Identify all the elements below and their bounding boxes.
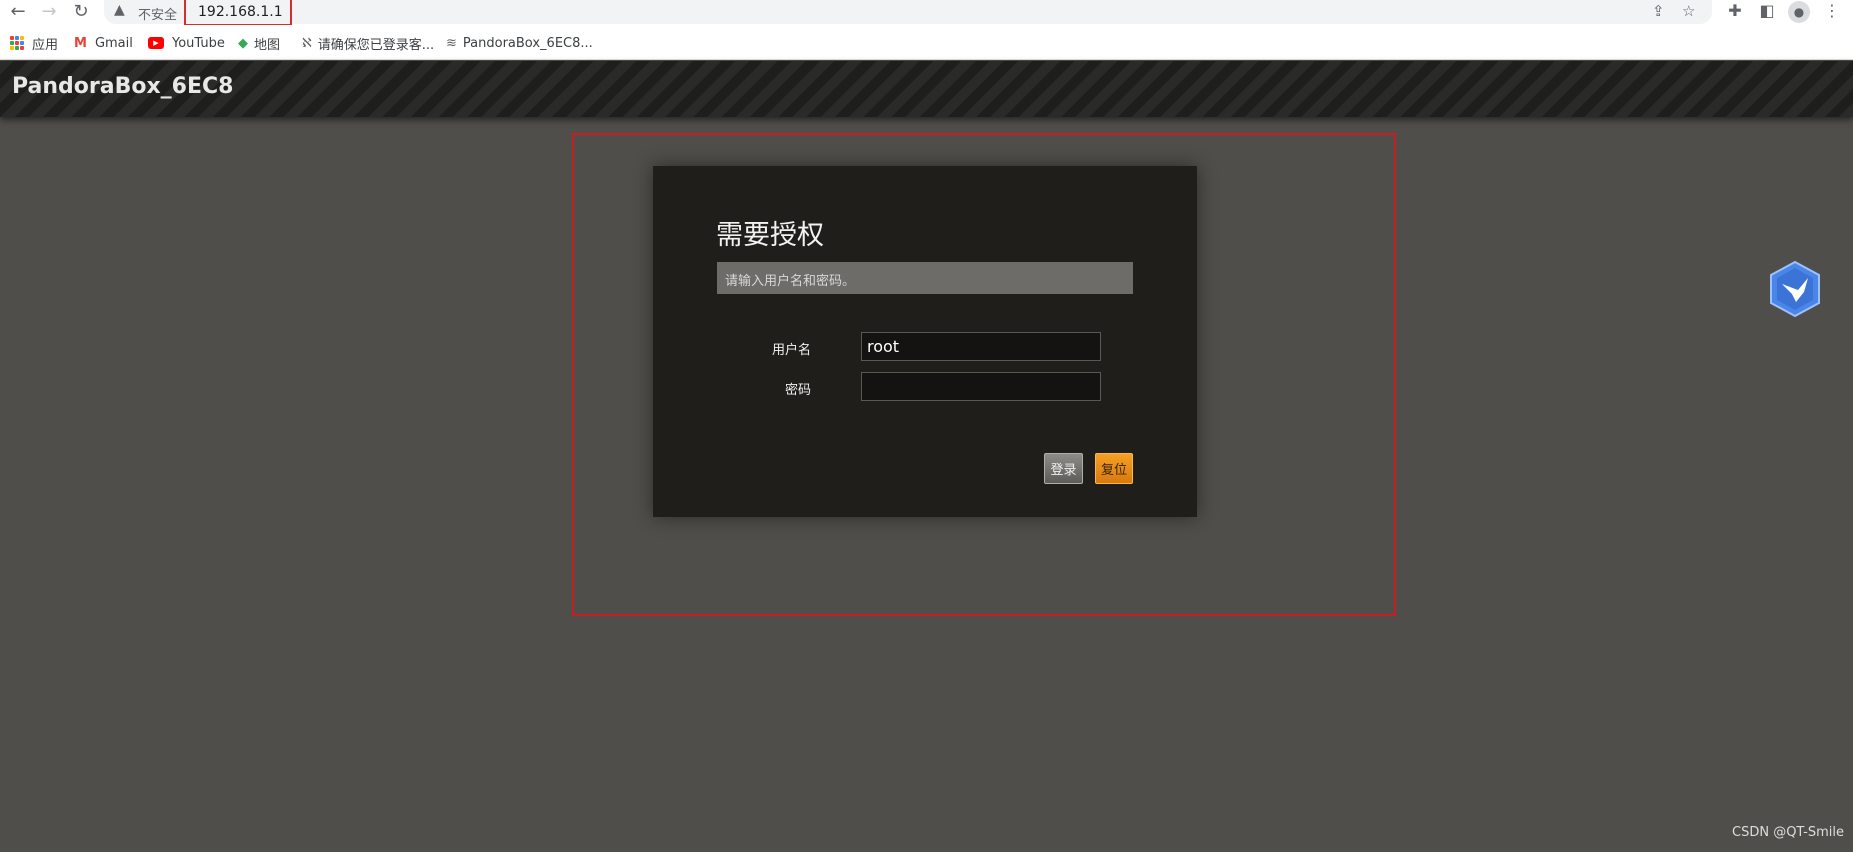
maps-icon: ◆ [238, 35, 248, 51]
share-icon[interactable]: ⇪ [1652, 2, 1665, 20]
watermark-text: CSDN @QT-Smile [1732, 825, 1845, 840]
browser-toolbar: ← → ↻ ▲ 不安全 ⇪ ☆ 192.168.1.1 ✚ ◧ ● ⋮ [0, 0, 1853, 26]
username-input[interactable]: root [861, 332, 1101, 361]
bookmark-apps[interactable]: 应用 [10, 33, 58, 53]
youtube-icon: ▶ [148, 37, 164, 49]
bookmark-app-icon: ℵ [302, 35, 312, 51]
url-annotation-box: 192.168.1.1 [184, 0, 292, 26]
url-text[interactable]: 192.168.1.1 [198, 4, 283, 20]
forward-arrow-icon[interactable]: → [35, 0, 63, 22]
apps-grid-icon [10, 36, 24, 50]
login-message-text: 请输入用户名和密码。 [725, 274, 856, 289]
back-arrow-icon[interactable]: ← [4, 0, 32, 22]
router-brand-title[interactable]: PandoraBox_6EC8 [12, 74, 233, 99]
bookmark-youtube[interactable]: ▶ YouTube [148, 33, 225, 53]
side-panel-icon[interactable]: ◧ [1755, 1, 1779, 20]
bookmark-app[interactable]: ℵ 请确保您已登录客... [302, 33, 434, 53]
address-bar[interactable]: ▲ 不安全 ⇪ ☆ [104, 0, 1712, 24]
floating-bird-hexagon-icon[interactable] [1768, 260, 1822, 318]
security-status-label[interactable]: 不安全 [138, 4, 177, 23]
login-panel: 需要授权 请输入用户名和密码。 用户名 root 密码 登录 复位 [653, 166, 1197, 517]
bookmark-label: Gmail [94, 35, 133, 51]
bookmark-label: 应用 [32, 37, 59, 53]
bookmark-label: YouTube [172, 35, 225, 51]
login-button[interactable]: 登录 [1044, 453, 1083, 484]
bookmark-gmail[interactable]: M Gmail [74, 33, 133, 53]
bookmark-maps[interactable]: ◆ 地图 [238, 33, 280, 53]
password-label: 密码 [784, 383, 811, 398]
bookmarks-bar: 应用 M Gmail ▶ YouTube ◆ 地图 ℵ 请确保您已登录客... … [0, 25, 1853, 60]
bookmark-label: 请确保您已登录客... [317, 37, 435, 53]
router-icon: ≋ [446, 35, 457, 51]
bookmark-star-icon[interactable]: ☆ [1682, 2, 1695, 20]
warning-triangle-icon[interactable]: ▲ [114, 2, 125, 18]
username-label: 用户名 [771, 343, 811, 358]
reset-button[interactable]: 复位 [1095, 453, 1133, 484]
bookmark-label: 地图 [254, 37, 281, 53]
extensions-puzzle-icon[interactable]: ✚ [1723, 1, 1747, 20]
password-input[interactable] [861, 372, 1101, 401]
login-message-box: 请输入用户名和密码。 [717, 262, 1133, 294]
reload-icon[interactable]: ↻ [67, 0, 95, 22]
browser-menu-icon[interactable]: ⋮ [1820, 1, 1844, 20]
profile-avatar-icon[interactable]: ● [1788, 1, 1810, 23]
gmail-icon: M [74, 35, 87, 51]
login-title: 需要授权 [716, 220, 824, 251]
bookmark-router[interactable]: ≋ PandoraBox_6EC8... [446, 33, 593, 53]
bookmark-label: PandoraBox_6EC8... [462, 35, 593, 51]
router-header: PandoraBox_6EC8 [0, 61, 1853, 117]
